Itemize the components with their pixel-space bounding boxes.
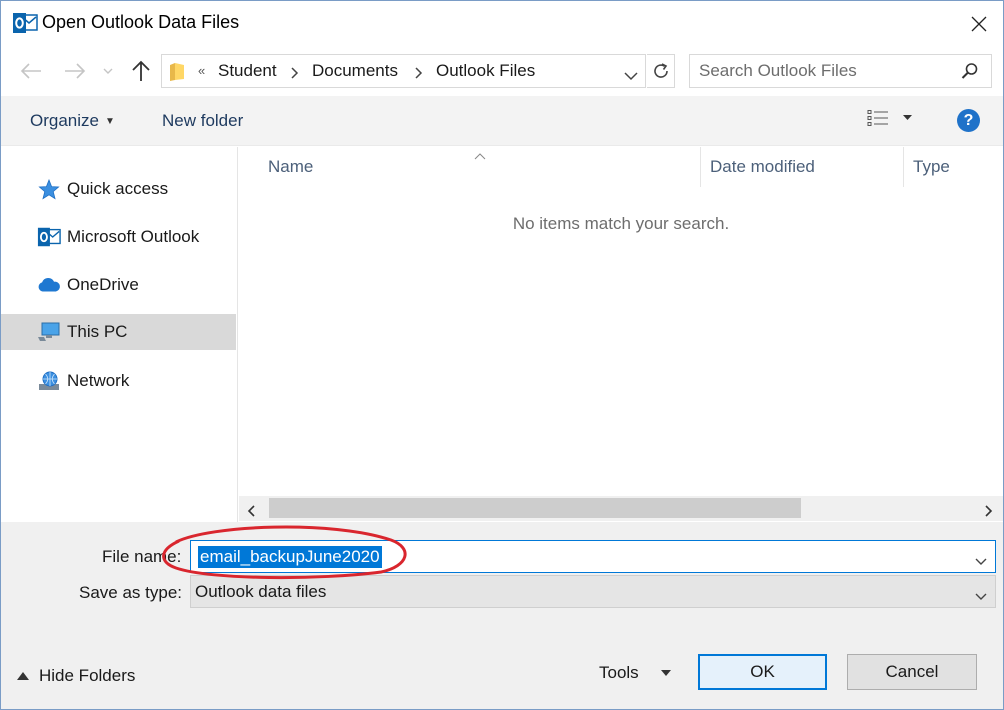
hide-folders-label: Hide Folders bbox=[39, 666, 136, 685]
cloud-icon bbox=[37, 274, 61, 296]
refresh-button[interactable] bbox=[647, 54, 675, 88]
window-title: Open Outlook Data Files bbox=[42, 12, 240, 32]
help-button[interactable]: ? bbox=[957, 109, 980, 132]
outlook-icon bbox=[12, 12, 38, 34]
hide-folders-button[interactable]: Hide Folders bbox=[17, 666, 135, 686]
save-as-type-select[interactable]: Outlook data files bbox=[190, 575, 996, 608]
refresh-icon bbox=[653, 63, 668, 78]
nav-item-microsoft-outlook[interactable]: Microsoft Outlook bbox=[1, 219, 236, 255]
outlook-icon bbox=[37, 226, 61, 248]
new-folder-button[interactable]: New folder bbox=[162, 111, 243, 131]
nav-item-quick-access[interactable]: Quick access bbox=[1, 171, 236, 207]
command-bar: Organize ▼ New folder ? bbox=[1, 96, 1003, 146]
file-name-label: File name: bbox=[102, 547, 182, 566]
network-icon bbox=[37, 370, 61, 392]
nav-item-label: This PC bbox=[67, 322, 128, 341]
save-as-type-label: Save as type: bbox=[79, 583, 183, 602]
file-name-input[interactable]: email_backupJune2020 bbox=[198, 546, 382, 568]
file-list: Name Date modified Type No items match y… bbox=[239, 147, 1003, 522]
empty-message: No items match your search. bbox=[512, 214, 730, 233]
recent-locations-button[interactable] bbox=[98, 58, 118, 84]
close-icon bbox=[971, 16, 987, 32]
organize-label: Organize bbox=[30, 111, 99, 130]
arrow-left-icon bbox=[20, 63, 41, 79]
nav-item-label: Microsoft Outlook bbox=[67, 227, 200, 246]
nav-item-label: OneDrive bbox=[67, 275, 139, 294]
arrow-right-icon bbox=[65, 63, 86, 79]
nav-item-label: Quick access bbox=[67, 179, 169, 198]
horizontal-scrollbar[interactable] bbox=[239, 496, 1003, 521]
search-icon[interactable] bbox=[961, 62, 979, 85]
up-button[interactable] bbox=[128, 58, 154, 84]
arrow-up-icon bbox=[132, 60, 150, 81]
column-divider[interactable] bbox=[700, 147, 701, 187]
tools-button[interactable]: Tools bbox=[599, 663, 671, 683]
title-bar: Open Outlook Data Files bbox=[1, 1, 1003, 46]
sort-ascending-icon bbox=[474, 145, 486, 165]
breadcrumb-student[interactable]: Student bbox=[218, 61, 277, 81]
column-divider[interactable] bbox=[903, 147, 904, 187]
column-header-name[interactable]: Name bbox=[268, 157, 313, 177]
close-button[interactable] bbox=[959, 7, 999, 41]
ok-button[interactable]: OK bbox=[698, 654, 827, 690]
open-outlook-data-files-dialog: Open Outlook Data Files « Student Docume… bbox=[0, 0, 1004, 710]
star-icon bbox=[37, 178, 61, 200]
folder-icon bbox=[168, 62, 186, 87]
address-bar[interactable]: « Student Documents Outlook Files bbox=[161, 54, 646, 88]
file-name-combobox[interactable]: email_backupJune2020 bbox=[190, 540, 996, 573]
chevron-down-icon[interactable] bbox=[975, 586, 987, 606]
cancel-button[interactable]: Cancel bbox=[847, 654, 977, 690]
nav-item-network[interactable]: Network bbox=[1, 363, 236, 399]
chevron-right-icon[interactable] bbox=[415, 64, 423, 84]
details-view-icon bbox=[867, 110, 888, 126]
change-view-button[interactable] bbox=[867, 109, 912, 127]
nav-item-onedrive[interactable]: OneDrive bbox=[1, 267, 236, 303]
scrollbar-thumb[interactable] bbox=[269, 498, 801, 518]
forward-button[interactable] bbox=[62, 58, 88, 84]
navigation-bar: « Student Documents Outlook Files bbox=[1, 46, 1003, 96]
search-input[interactable] bbox=[690, 55, 955, 87]
search-box[interactable] bbox=[689, 54, 992, 88]
navigation-pane: Quick access Microsoft Outlook OneDrive bbox=[1, 147, 238, 522]
tools-label: Tools bbox=[599, 663, 639, 682]
caret-down-icon bbox=[903, 115, 912, 120]
column-header-date-modified[interactable]: Date modified bbox=[710, 157, 815, 177]
back-button[interactable] bbox=[18, 58, 44, 84]
chevron-down-icon bbox=[103, 68, 113, 74]
breadcrumb-outlook-files[interactable]: Outlook Files bbox=[436, 61, 535, 81]
address-overflow[interactable]: « bbox=[198, 63, 205, 78]
nav-item-label: Network bbox=[67, 371, 130, 390]
save-as-type-value: Outlook data files bbox=[195, 582, 327, 601]
column-header-type[interactable]: Type bbox=[913, 157, 950, 177]
dialog-footer: File name: email_backupJune2020 Save as … bbox=[1, 522, 1003, 709]
scroll-left-icon[interactable] bbox=[247, 502, 255, 522]
chevron-down-icon[interactable] bbox=[975, 551, 987, 571]
scroll-right-icon[interactable] bbox=[985, 502, 993, 522]
organize-button[interactable]: Organize ▼ bbox=[30, 111, 115, 131]
caret-down-icon bbox=[660, 669, 671, 676]
chevron-right-icon[interactable] bbox=[291, 64, 299, 84]
chevron-down-icon[interactable] bbox=[624, 66, 638, 86]
breadcrumb-documents[interactable]: Documents bbox=[312, 61, 398, 81]
caret-down-icon: ▼ bbox=[104, 116, 115, 127]
caret-up-icon bbox=[17, 672, 29, 680]
computer-icon bbox=[37, 321, 61, 343]
nav-item-this-pc[interactable]: This PC bbox=[1, 314, 236, 350]
